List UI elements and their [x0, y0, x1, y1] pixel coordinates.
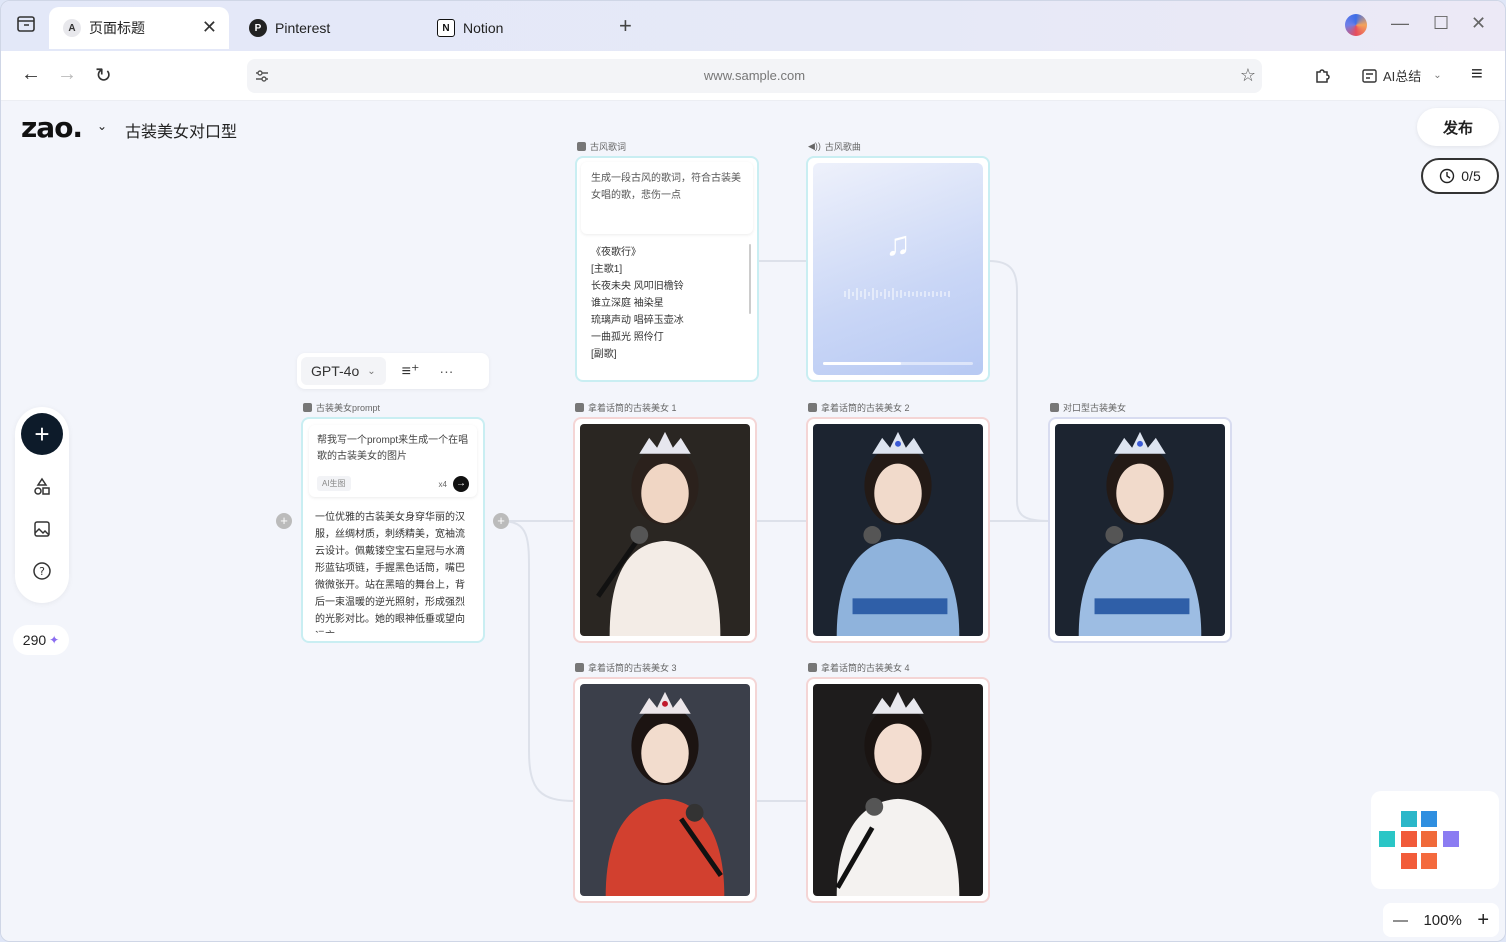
image-node-label: 拿着话筒的古装美女 1: [575, 401, 677, 414]
close-tab-icon[interactable]: ✕: [202, 17, 217, 38]
image-node[interactable]: [806, 417, 990, 643]
new-tab-button[interactable]: +: [619, 13, 632, 39]
url-text: www.sample.com: [703, 68, 806, 83]
back-icon[interactable]: ←: [21, 63, 41, 86]
lyrics-line: 长夜未央 风叩旧檐铃: [591, 281, 684, 292]
portrait-image: [813, 424, 983, 636]
lyrics-output: 《夜歌行》 [主歌1] 长夜未央 风叩旧檐铃 谁立深庭 袖染星 琉璃声动 唱碎玉…: [577, 238, 757, 370]
model-toolbar: GPT-4o ⌄ ≡⁺ ···: [297, 353, 489, 389]
brand-logo-icon: [1379, 811, 1459, 869]
tab-label: 页面标题: [89, 20, 145, 36]
song-node-label: ◀)) 古风歌曲: [808, 141, 861, 152]
tab-favicon: A: [63, 19, 81, 37]
prompt-output-text: 一位优雅的古装美女身穿华丽的汉服，丝绸材质，刺绣精美，宽袖流云设计。佩戴镂空宝石…: [315, 512, 465, 633]
ai-summary-icon: [1362, 68, 1377, 83]
menu-icon[interactable]: ≡: [1471, 63, 1483, 86]
add-output-button[interactable]: +: [493, 513, 509, 529]
star-icon[interactable]: ☆: [1240, 65, 1256, 86]
audio-player[interactable]: ♫: [813, 163, 983, 375]
zoom-level: 100%: [1423, 911, 1462, 929]
add-list-icon[interactable]: ≡⁺: [402, 361, 420, 381]
workflow-canvas[interactable]: zao. ⌄ 古装美女对口型 发布 0/5 + ? 290 ✦ GPT-4o ⌄…: [1, 101, 1505, 941]
image-node[interactable]: [573, 677, 757, 903]
maximize-icon[interactable]: ☐: [1433, 13, 1449, 34]
lipsync-node[interactable]: [1048, 417, 1232, 643]
generated-image[interactable]: [580, 424, 750, 636]
lyrics-line: ...: [591, 363, 743, 370]
add-input-button[interactable]: +: [276, 513, 292, 529]
brand-widget[interactable]: [1371, 791, 1499, 889]
image-node[interactable]: [806, 677, 990, 903]
lyrics-line: 琉璃声动 唱碎玉壶冰: [591, 315, 684, 326]
address-bar-row: ← → ↻ www.sample.com ☆ AI总结 ⌄ ≡: [1, 51, 1505, 101]
browser-window: A 页面标题 ✕ P Pinterest N Notion + — ☐ ✕ ← …: [0, 0, 1506, 942]
minimize-icon[interactable]: —: [1391, 13, 1409, 34]
generated-image[interactable]: [813, 424, 983, 636]
lipsync-node-label: 对口型古装美女: [1050, 401, 1126, 414]
lyrics-line: [主歌1]: [591, 264, 623, 275]
url-field[interactable]: www.sample.com ☆: [247, 59, 1262, 93]
notion-icon: N: [437, 19, 455, 37]
chevron-down-icon: ⌄: [1433, 70, 1442, 81]
lyrics-node-label: 古风歌词: [577, 140, 626, 153]
tab-page-title[interactable]: A 页面标题 ✕: [49, 7, 229, 49]
zoom-control: — 100% +: [1383, 903, 1499, 937]
prompt-node-label: 古装美女prompt: [303, 401, 380, 414]
portrait-image: [1055, 424, 1225, 636]
lyrics-line: [副歌]: [591, 349, 617, 360]
portrait-image: [580, 424, 750, 636]
model-label: GPT-4o: [311, 363, 360, 379]
pinterest-icon: P: [249, 19, 267, 37]
portrait-image: [813, 684, 983, 896]
generated-image[interactable]: [580, 684, 750, 896]
prompt-node[interactable]: 帮我写一个prompt来生成一个在唱歌的古装美女的图片 AI生图 x4 → 一位…: [301, 417, 485, 643]
music-note-icon: ♫: [885, 225, 911, 263]
zoom-in-button[interactable]: +: [1477, 909, 1489, 932]
zoom-out-button[interactable]: —: [1393, 912, 1408, 929]
lipsync-video[interactable]: [1055, 424, 1225, 636]
ai-image-tool-chip[interactable]: AI生图: [317, 476, 351, 491]
image-node-label: 拿着话筒的古装美女 3: [575, 661, 677, 674]
song-node[interactable]: ♫: [806, 156, 990, 382]
avatar[interactable]: [1345, 14, 1367, 36]
ai-summary-label: AI总结: [1383, 69, 1422, 84]
chevron-down-icon: ⌄: [367, 365, 376, 377]
ai-summary-button[interactable]: AI总结 ⌄: [1361, 66, 1442, 85]
forward-icon[interactable]: →: [57, 63, 77, 86]
reload-icon[interactable]: ↻: [95, 63, 112, 88]
speaker-icon: ◀)): [808, 141, 821, 151]
image-node-label: 拿着话筒的古装美女 4: [808, 661, 910, 674]
send-button[interactable]: →: [453, 476, 469, 492]
portrait-image: [580, 684, 750, 896]
image-node[interactable]: [573, 417, 757, 643]
browser-panel-icon[interactable]: [15, 13, 37, 35]
lyrics-input-text: 生成一段古风的歌词，符合古装美女唱的歌，悲伤一点: [591, 173, 741, 201]
tab-label: Notion: [463, 20, 504, 36]
scrollbar[interactable]: [749, 244, 751, 314]
lyrics-node[interactable]: 生成一段古风的歌词，符合古装美女唱的歌，悲伤一点 《夜歌行》 [主歌1] 长夜未…: [575, 156, 759, 382]
audio-progress[interactable]: [823, 362, 973, 365]
prompt-input-text: 帮我写一个prompt来生成一个在唱歌的古装美女的图片: [317, 435, 469, 462]
lyrics-line: 谁立深庭 袖染星: [591, 298, 664, 309]
generated-image[interactable]: [813, 684, 983, 896]
lyrics-line: 《夜歌行》: [591, 247, 641, 258]
extension-icon[interactable]: [1313, 65, 1333, 85]
model-selector[interactable]: GPT-4o ⌄: [301, 357, 386, 385]
lyrics-input-card[interactable]: 生成一段古风的歌词，符合古装美女唱的歌，悲伤一点: [581, 162, 753, 234]
lyrics-line: 一曲孤光 照伶仃: [591, 332, 664, 343]
image-node-label: 拿着话筒的古装美女 2: [808, 401, 910, 414]
close-window-icon[interactable]: ✕: [1471, 13, 1486, 34]
tab-notion[interactable]: N Notion: [437, 7, 503, 49]
tab-label: Pinterest: [275, 20, 331, 36]
tab-pinterest[interactable]: P Pinterest: [249, 7, 330, 49]
prompt-input-card[interactable]: 帮我写一个prompt来生成一个在唱歌的古装美女的图片 AI生图 x4 →: [309, 425, 477, 497]
waveform[interactable]: [843, 287, 955, 301]
tab-bar: A 页面标题 ✕ P Pinterest N Notion + — ☐ ✕: [1, 1, 1505, 51]
more-icon[interactable]: ···: [439, 363, 453, 379]
count-badge[interactable]: x4: [439, 480, 447, 489]
